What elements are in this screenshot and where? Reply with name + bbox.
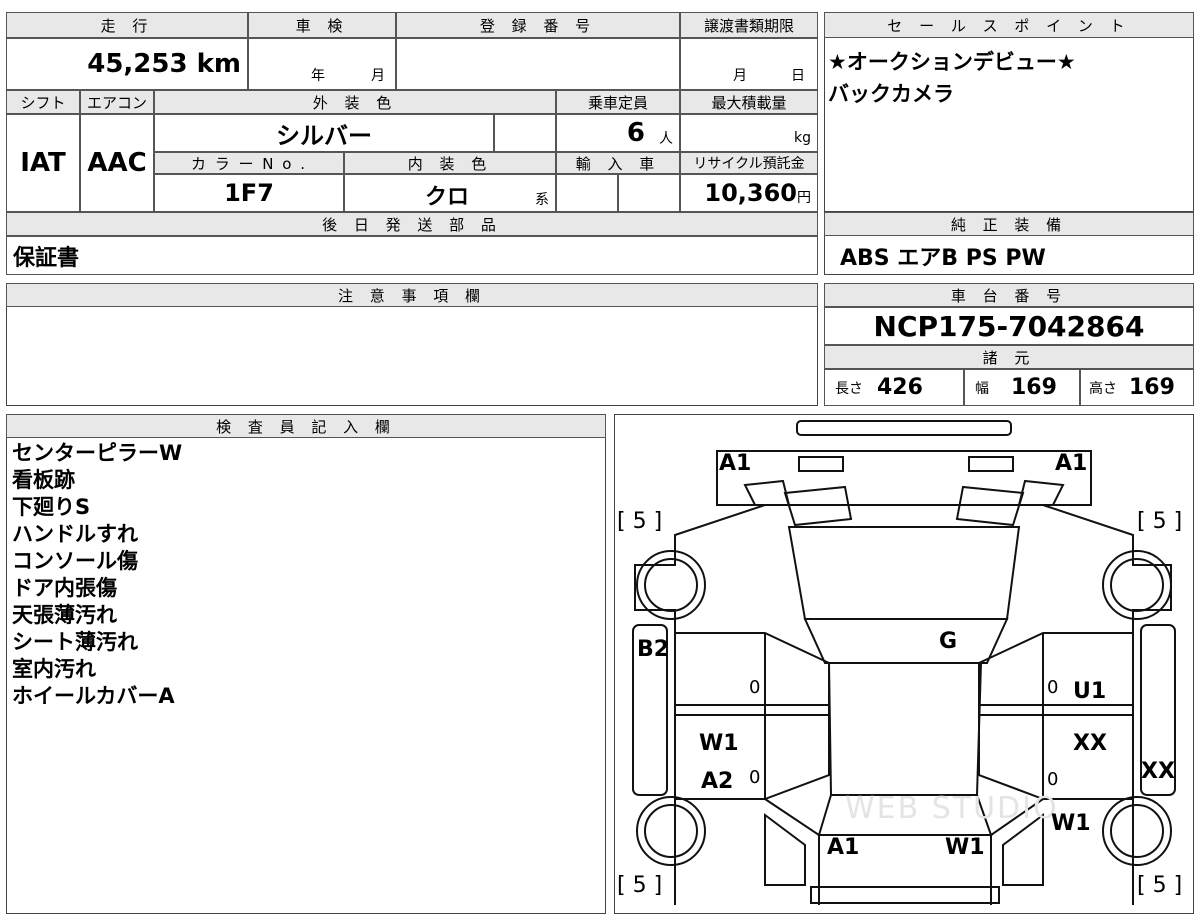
registration-number	[396, 38, 680, 90]
car-outline-drawing	[632, 420, 1176, 905]
mark-a1-rear: A1	[827, 835, 860, 860]
inspector-header: 検 査 員 記 入 欄	[6, 414, 606, 438]
equipment-value: ABS エアB PS PW	[840, 246, 1046, 271]
inspector-note: 下廻りS	[12, 495, 91, 519]
max-load-value: kg	[680, 114, 818, 152]
watermark: WEB STUDIO	[845, 791, 1059, 826]
notes-header: 注 意 事 項 欄	[6, 283, 818, 307]
inspector-note: 室内汚れ	[12, 657, 96, 681]
mark-a1-front-left: A1	[719, 451, 752, 476]
sales-point-line-1: ★オークションデビュー★	[828, 50, 1076, 74]
inspector-notes-list: センターピラーW 看板跡 下廻りS ハンドルすれ コンソール傷 ドア内張傷 天張…	[12, 440, 182, 710]
transfer-deadline-header: 譲渡書類期限	[680, 12, 818, 38]
chassis-header: 車 台 番 号	[824, 283, 1194, 307]
capacity-value: 6人	[556, 114, 680, 152]
inspector-note: ハンドルすれ	[12, 522, 138, 546]
sales-point-line-2: バックカメラ	[828, 82, 954, 106]
mark-xx-right-panel: XX	[1141, 759, 1175, 784]
car-damage-diagram: WEB STUDIO A1 A1 [ 5 ] [ 5 ] B2 G 0 0 U1…	[614, 414, 1194, 914]
mark-g: G	[939, 629, 958, 654]
ac-header: エアコン	[80, 90, 154, 114]
spec-width: 幅 169	[964, 369, 1080, 406]
exterior-color-value: シルバー	[154, 114, 494, 152]
inspector-note: コンソール傷	[12, 549, 138, 573]
inspection-header: 車 検	[248, 12, 396, 38]
mark-a1-front-right: A1	[1055, 451, 1088, 476]
inspection-date: 年 月	[248, 38, 396, 90]
mark-b2: B2	[637, 637, 670, 662]
mark-zero-1: 0	[749, 677, 761, 698]
equipment-header: 純 正 装 備	[824, 212, 1194, 236]
mark-tire-front-right: [ 5 ]	[1137, 509, 1183, 534]
sales-points-panel	[824, 12, 1194, 212]
inspector-note: センターピラーW	[12, 441, 183, 465]
ac-value: AAC	[80, 114, 154, 212]
chassis-number: NCP175-7042864	[824, 307, 1194, 345]
capacity-header: 乗車定員	[556, 90, 680, 114]
mark-zero-3: 0	[749, 767, 761, 788]
import-value-b	[618, 174, 680, 212]
inspector-note: 看板跡	[12, 468, 75, 492]
interior-color-header: 内 装 色	[344, 152, 556, 174]
later-parts-value: 保証書	[6, 236, 818, 275]
shift-header: シフト	[6, 90, 80, 114]
interior-color-value: クロ 系	[344, 174, 556, 212]
inspector-note: ドア内張傷	[12, 576, 117, 600]
spec-height: 高さ 169	[1080, 369, 1194, 406]
specs-header: 諸 元	[824, 345, 1194, 369]
transfer-deadline: 月 日	[680, 38, 818, 90]
mark-a2: A2	[701, 769, 734, 794]
inspector-note: 天張薄汚れ	[12, 603, 117, 627]
mileage-header: 走 行	[6, 12, 248, 38]
color-no-value: 1F7	[154, 174, 344, 212]
color-no-header: カ ラ ー N o .	[154, 152, 344, 174]
recycle-deposit-header: リサイクル預託金	[680, 152, 818, 174]
mark-w1-left: W1	[699, 731, 739, 756]
import-header: 輸 入 車	[556, 152, 680, 174]
spec-length: 長さ 426	[824, 369, 964, 406]
shift-value: IAT	[6, 114, 80, 212]
mark-tire-rear-left: [ 5 ]	[617, 873, 663, 898]
exterior-color-header: 外 装 色	[154, 90, 556, 114]
mark-xx-right-door: XX	[1073, 731, 1107, 756]
max-load-header: 最大積載量	[680, 90, 818, 114]
import-value-a	[556, 174, 618, 212]
inspector-note: ホイールカバーA	[12, 684, 175, 708]
mark-u1: U1	[1073, 679, 1107, 704]
mark-tire-rear-right: [ 5 ]	[1137, 873, 1183, 898]
mark-tire-front-left: [ 5 ]	[617, 509, 663, 534]
mark-w1-right: W1	[1051, 811, 1091, 836]
mark-w1-rear: W1	[945, 835, 985, 860]
recycle-deposit-value: 10,360 円	[680, 174, 818, 212]
exterior-color-extra	[494, 114, 556, 152]
mark-zero-4: 0	[1047, 769, 1059, 790]
mark-zero-2: 0	[1047, 677, 1059, 698]
sales-points-header: セ ー ル ス ポ イ ン ト	[824, 12, 1194, 38]
inspector-note: シート薄汚れ	[12, 630, 138, 654]
later-parts-header: 後 日 発 送 部 品	[6, 212, 818, 236]
mileage-value: 45,253 km	[6, 38, 248, 90]
registration-header: 登 録 番 号	[396, 12, 680, 38]
